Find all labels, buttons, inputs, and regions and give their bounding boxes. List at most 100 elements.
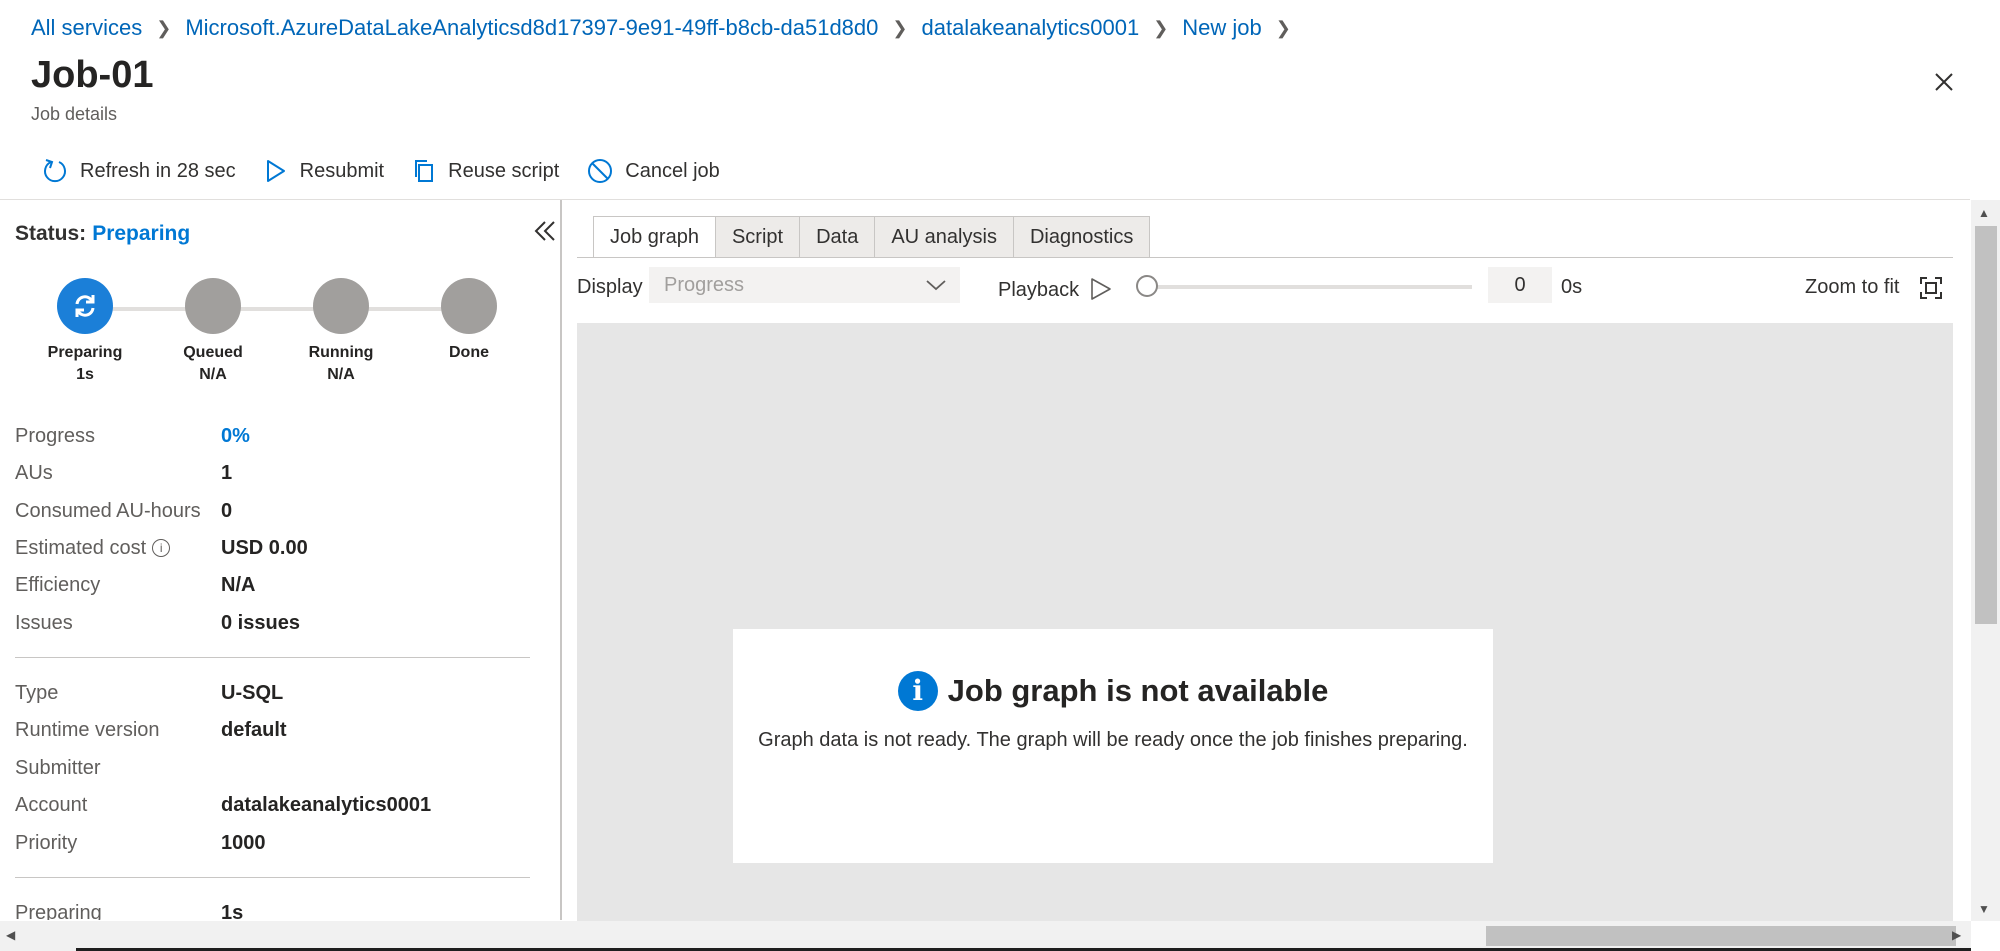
tab-script[interactable]: Script <box>714 216 801 258</box>
step-running-dot <box>313 278 369 334</box>
zoom-to-fit-button[interactable]: Zoom to fit <box>1805 276 1899 299</box>
play-icon[interactable] <box>1088 276 1114 302</box>
reuse-script-label: Reuse script <box>448 159 560 182</box>
copy-icon <box>415 160 434 182</box>
status-label: Status: <box>15 222 87 245</box>
chevron-right-icon: ❯ <box>892 17 908 38</box>
step-running-time: N/A <box>327 366 355 383</box>
step-queued-name: Queued <box>183 344 243 361</box>
step-preparing: Preparing 1s <box>30 278 140 386</box>
detail-value: 0 <box>221 500 233 522</box>
playback-slider-track[interactable] <box>1137 285 1472 289</box>
detail-key: Submitter <box>15 757 101 779</box>
detail-key: Account <box>15 794 88 816</box>
breadcrumb-resource[interactable]: Microsoft.AzureDataLakeAnalyticsd8d17397… <box>185 15 878 41</box>
detail-key: Runtime version <box>15 719 160 741</box>
refresh-label: Refresh in 28 sec <box>80 159 236 182</box>
step-running-name: Running <box>308 344 374 361</box>
job-summary-pane: Status: Preparing Preparing 1s Queued N/A <box>0 200 560 920</box>
reuse-script-button[interactable]: Reuse script <box>412 158 559 184</box>
chevron-right-icon: ❯ <box>1275 17 1291 38</box>
detail-key: Issues <box>15 612 73 634</box>
zoom-to-fit-icon[interactable] <box>1919 276 1943 300</box>
job-progress-stepper: Preparing 1s Queued N/A Running N/A Done <box>30 278 530 388</box>
toolbar: Refresh in 28 sec Resubmit Reuse script … <box>42 155 748 187</box>
detail-value: U-SQL <box>221 682 284 704</box>
step-queued-dot <box>185 278 241 334</box>
graph-unavailable-title-text: Job graph is not available <box>947 673 1329 708</box>
scroll-down-icon[interactable]: ▼ <box>1978 902 1990 916</box>
page-subtitle: Job details <box>31 104 118 124</box>
graph-unavailable-message: Graph data is not ready. The graph will … <box>758 729 1468 751</box>
job-tabs: Job graph Script Data AU analysis Diagno… <box>593 216 1151 258</box>
cancel-job-label: Cancel job <box>625 159 720 182</box>
step-done-name: Done <box>449 344 489 361</box>
playback-label: Playback <box>998 279 1080 301</box>
resubmit-button[interactable]: Resubmit <box>264 158 384 184</box>
tab-data[interactable]: Data <box>799 216 876 258</box>
job-status: Status: Preparing <box>15 222 190 246</box>
scroll-right-icon[interactable]: ▶ <box>1952 928 1961 942</box>
info-icon[interactable]: i <box>152 539 171 557</box>
breadcrumb-new-job[interactable]: New job <box>1182 15 1261 41</box>
detail-value: 0% <box>221 425 250 447</box>
horizontal-scrollbar-thumb[interactable] <box>1486 926 1956 946</box>
breadcrumb-all-services[interactable]: All services <box>31 15 142 41</box>
detail-key: Priority <box>15 832 78 854</box>
display-label: Display <box>577 276 643 298</box>
refresh-button[interactable]: Refresh in 28 sec <box>42 157 236 185</box>
sync-icon <box>75 295 95 317</box>
detail-key: Progress <box>15 425 96 447</box>
scroll-left-icon[interactable]: ◀ <box>6 928 15 942</box>
breadcrumb-account[interactable]: datalakeanalytics0001 <box>921 15 1139 41</box>
close-button[interactable] <box>1924 62 1964 102</box>
scroll-up-icon[interactable]: ▲ <box>1978 206 1990 220</box>
close-icon <box>1935 73 1953 91</box>
double-chevron-left-icon <box>534 221 555 241</box>
section-divider <box>15 877 530 878</box>
detail-value: 1000 <box>221 832 266 854</box>
detail-key-wrap: Estimated cost i <box>15 537 171 560</box>
tabs-underline <box>577 257 1953 258</box>
chevron-right-icon: ❯ <box>156 17 172 38</box>
detail-key: Estimated cost <box>15 537 147 559</box>
detail-key: Preparing <box>15 902 102 920</box>
step-queued: Queued N/A <box>158 278 268 386</box>
frame-input[interactable]: 0 <box>1488 267 1552 303</box>
step-preparing-name: Preparing <box>47 344 123 361</box>
refresh-icon <box>44 159 66 183</box>
detail-value: 1s <box>221 902 244 920</box>
graph-unavailable-title: i Job graph is not available <box>733 671 1493 711</box>
cancel-icon <box>588 159 613 183</box>
breadcrumb: All services ❯ Microsoft.AzureDataLakeAn… <box>31 12 1305 44</box>
page-title: Job-01 <box>31 54 154 96</box>
step-running: Running N/A <box>286 278 396 386</box>
display-dropdown[interactable]: Progress <box>649 267 960 303</box>
step-queued-time: N/A <box>199 366 227 383</box>
step-done: Done <box>414 278 524 364</box>
detail-key: Consumed AU-hours <box>15 500 201 522</box>
playback-slider-thumb[interactable] <box>1136 275 1158 297</box>
step-preparing-dot <box>57 278 113 334</box>
info-icon: i <box>897 671 938 711</box>
vertical-scrollbar-thumb[interactable] <box>1975 226 1997 624</box>
tab-au-analysis[interactable]: AU analysis <box>874 216 1014 258</box>
cancel-job-button[interactable]: Cancel job <box>587 158 720 184</box>
play-icon <box>266 160 285 182</box>
detail-value: N/A <box>221 574 256 596</box>
detail-value: USD 0.00 <box>221 537 308 559</box>
chevron-down-icon <box>926 280 946 291</box>
graph-unavailable-card: i Job graph is not available Graph data … <box>733 629 1493 863</box>
detail-key: Type <box>15 682 59 704</box>
detail-value: datalakeanalytics0001 <box>221 794 432 816</box>
step-done-dot <box>441 278 497 334</box>
collapse-pane-button[interactable] <box>532 218 558 244</box>
playback-time: 0s <box>1561 276 1583 298</box>
detail-key: Efficiency <box>15 574 101 596</box>
tab-diagnostics[interactable]: Diagnostics <box>1012 216 1151 258</box>
detail-value: 1 <box>221 462 233 484</box>
chevron-right-icon: ❯ <box>1153 17 1169 38</box>
status-value: Preparing <box>92 222 191 245</box>
resubmit-label: Resubmit <box>299 159 385 182</box>
tab-job-graph[interactable]: Job graph <box>593 216 716 258</box>
